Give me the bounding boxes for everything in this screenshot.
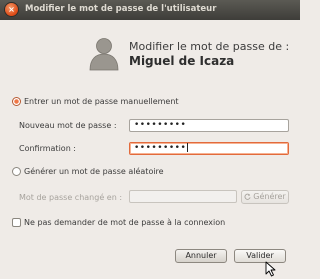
mouse-pointer-icon <box>265 261 276 277</box>
generated-password-field[interactable] <box>129 190 237 203</box>
new-password-label: Nouveau mot de passe : <box>19 121 117 130</box>
new-password-value: ••••••••• <box>134 120 187 130</box>
new-password-field[interactable]: ••••••••• <box>129 119 289 132</box>
text-cursor <box>187 143 189 152</box>
no-password-checkbox[interactable] <box>12 218 21 227</box>
refresh-icon <box>244 193 251 200</box>
cancel-button[interactable]: Annuler <box>175 249 227 263</box>
dialog-heading: Modifier le mot de passe de : <box>129 40 290 53</box>
manual-password-label[interactable]: Entrer un mot de passe manuellement <box>24 97 179 106</box>
confirmation-value: ••••••••• <box>134 143 187 153</box>
no-password-label[interactable]: Ne pas demander de mot de passe à la con… <box>24 218 225 227</box>
random-password-label[interactable]: Générer un mot de passe aléatoire <box>24 167 164 176</box>
validate-button[interactable]: Valider <box>234 249 286 263</box>
manual-password-radio[interactable] <box>12 97 21 106</box>
confirmation-field[interactable]: ••••••••• <box>129 142 289 155</box>
user-avatar-icon <box>89 38 119 71</box>
generate-button-label: Générer <box>253 192 286 201</box>
window-titlebar: × Modifier le mot de passe de l'utilisat… <box>0 0 300 20</box>
close-button[interactable]: × <box>5 3 18 16</box>
window-title: Modifier le mot de passe de l'utilisateu… <box>25 4 217 14</box>
confirmation-label: Confirmation : <box>19 144 76 153</box>
user-name: Miguel de Icaza <box>129 54 235 68</box>
dialog-content: Modifier le mot de passe de : Miguel de … <box>0 20 300 279</box>
random-password-radio[interactable] <box>12 167 21 176</box>
generated-password-label: Mot de passe changé en : <box>19 193 123 202</box>
generate-button[interactable]: Générer <box>241 190 289 204</box>
